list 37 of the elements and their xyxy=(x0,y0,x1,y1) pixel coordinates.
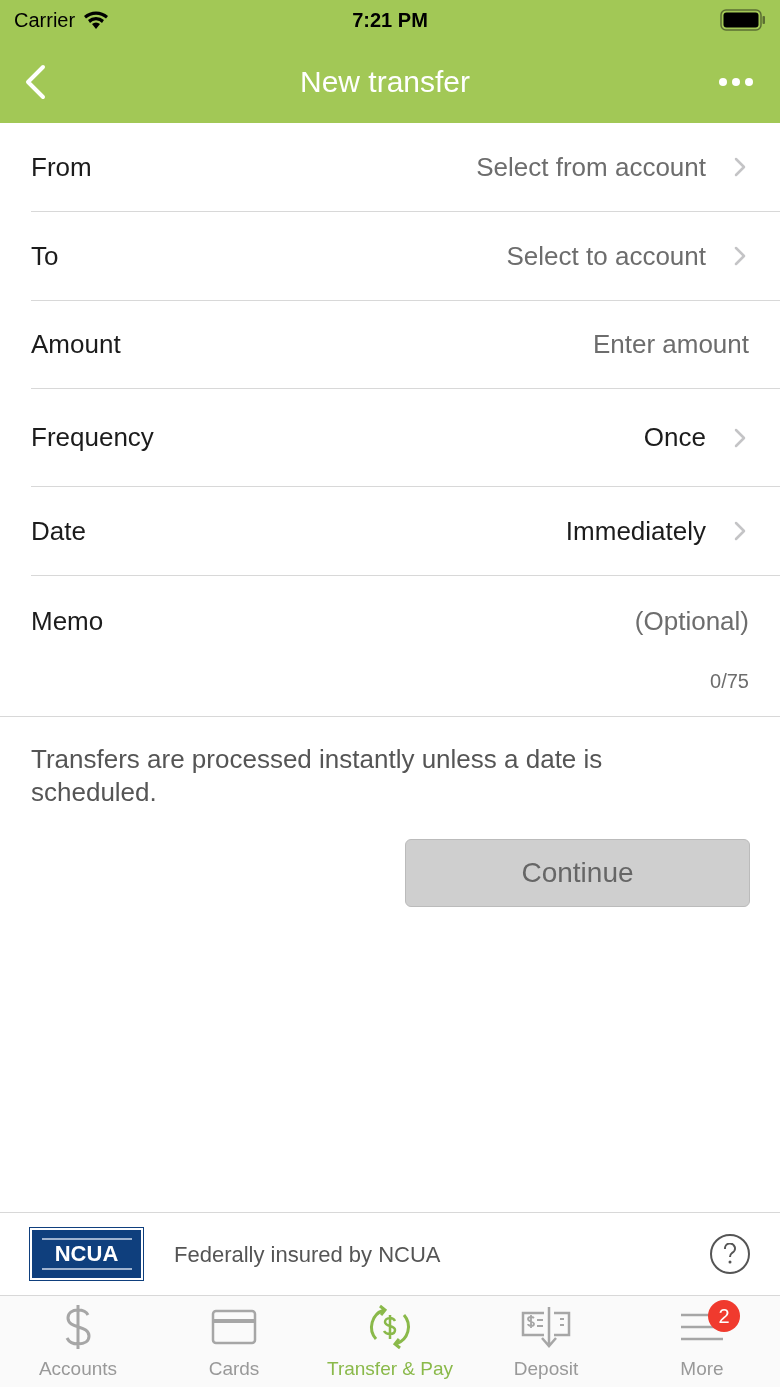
wifi-icon xyxy=(83,10,110,30)
help-button[interactable] xyxy=(710,1234,750,1274)
chevron-right-icon xyxy=(734,246,746,266)
tab-item[interactable]: Accounts xyxy=(0,1296,156,1387)
field-label: Amount xyxy=(31,328,121,361)
credit-card-icon xyxy=(211,1308,257,1345)
field-label: Memo xyxy=(31,604,104,638)
select-field[interactable]: Once xyxy=(643,418,780,457)
back-icon xyxy=(24,63,46,100)
tab-item[interactable]: Transfer & Pay xyxy=(312,1296,468,1387)
tab-item[interactable]: Cards xyxy=(156,1296,312,1387)
tab-item[interactable]: More 2 xyxy=(624,1296,780,1387)
field-label: Frequency xyxy=(31,421,154,454)
more-icon xyxy=(718,76,754,87)
chevron-right-icon xyxy=(734,157,746,177)
chevron-right-icon xyxy=(734,521,746,541)
field-label: To xyxy=(31,239,59,273)
select-field[interactable]: Immediately xyxy=(565,511,780,551)
field-label: Date xyxy=(31,514,86,548)
notification-badge: 2 xyxy=(708,1300,740,1332)
memo-field[interactable]: (Optional) xyxy=(349,601,749,641)
ncua-logo: NCUA xyxy=(30,1228,143,1280)
battery-icon xyxy=(720,9,766,31)
insurance-text: Federally insured by NCUA xyxy=(174,1240,441,1269)
clock-time: 7:21 PM xyxy=(352,8,428,33)
select-field[interactable]: Select to account xyxy=(506,236,780,276)
field-label: From xyxy=(31,150,92,184)
amount-field[interactable]: Enter amount xyxy=(349,325,749,364)
character-counter: 0/75 xyxy=(710,669,749,694)
tab-item[interactable]: Deposit xyxy=(468,1296,624,1387)
select-field[interactable]: Select from account xyxy=(476,147,780,187)
help-icon xyxy=(723,1243,737,1265)
page-title: New transfer xyxy=(299,64,471,100)
carrier-label: Carrier xyxy=(14,8,76,33)
transfer-note: Transfers are processed instantly unless a date is scheduled. xyxy=(30,743,604,809)
chevron-right-icon xyxy=(734,427,746,448)
check-deposit-icon xyxy=(520,1304,572,1349)
